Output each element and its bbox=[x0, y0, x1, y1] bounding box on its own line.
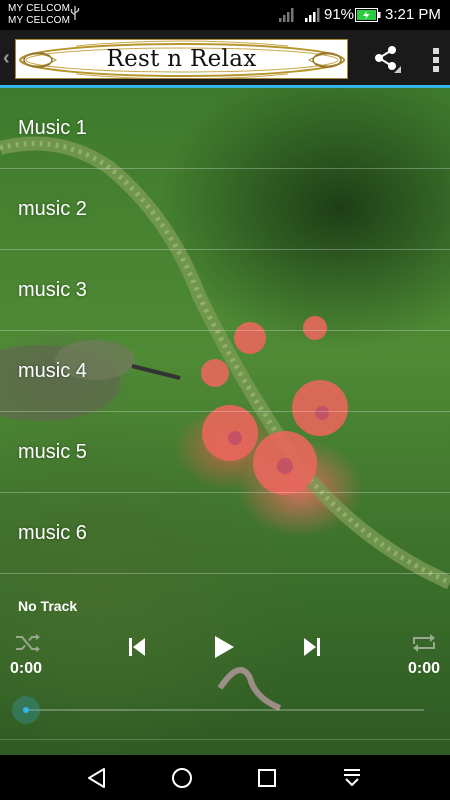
nav-notifications-button[interactable] bbox=[339, 765, 365, 791]
repeat-icon[interactable] bbox=[410, 632, 438, 654]
overflow-menu-icon bbox=[433, 48, 439, 72]
shuffle-icon[interactable] bbox=[14, 632, 42, 654]
carrier-label-1: MY CELCOM bbox=[8, 3, 71, 14]
back-triangle-icon bbox=[88, 768, 105, 788]
nav-recents-button[interactable] bbox=[254, 765, 280, 791]
overflow-menu-button[interactable] bbox=[424, 40, 448, 80]
music-list-item-3[interactable]: music 3 bbox=[0, 250, 450, 331]
signal-strength-icon-1 bbox=[279, 8, 294, 22]
navigation-bar bbox=[0, 755, 450, 800]
music-list-item-6[interactable]: music 6 bbox=[0, 493, 450, 574]
battery-charging-icon bbox=[355, 8, 381, 22]
music-item-label: Music 1 bbox=[18, 116, 87, 139]
battery-percent: 91% bbox=[324, 6, 355, 23]
music-item-label: music 6 bbox=[18, 521, 87, 544]
clock: 3:21 PM bbox=[385, 6, 441, 23]
music-list-item-2[interactable]: music 2 bbox=[0, 169, 450, 250]
signal-strength-icon-2 bbox=[305, 8, 320, 22]
back-chevron-icon[interactable]: ‹ bbox=[3, 47, 10, 70]
previous-track-button[interactable] bbox=[127, 636, 147, 658]
share-icon bbox=[375, 46, 401, 73]
music-item-label: music 2 bbox=[18, 197, 87, 220]
usb-icon bbox=[70, 6, 80, 20]
seek-bar[interactable] bbox=[26, 709, 424, 711]
music-list-item-4[interactable]: music 4 bbox=[0, 331, 450, 412]
music-list-item-5[interactable]: music 5 bbox=[0, 412, 450, 493]
divider bbox=[0, 739, 450, 740]
current-time: 0:00 bbox=[10, 660, 43, 677]
status-bar: MY CELCOM MY CELCOM 91% 3:21 PM bbox=[0, 0, 450, 30]
recents-square-icon bbox=[258, 769, 276, 787]
music-list-item-1[interactable]: Music 1 bbox=[0, 88, 450, 169]
total-time: 0:00 bbox=[407, 660, 440, 677]
action-bar: ‹ Rest n Relax bbox=[0, 30, 450, 88]
nav-home-button[interactable] bbox=[169, 765, 195, 791]
seek-thumb[interactable] bbox=[12, 696, 40, 724]
music-item-label: music 3 bbox=[18, 278, 87, 301]
content-area: Music 1 music 2 music 3 music 4 music 5 … bbox=[0, 88, 450, 755]
next-track-button[interactable] bbox=[302, 636, 322, 658]
app-logo: Rest n Relax bbox=[15, 39, 348, 79]
play-button[interactable] bbox=[212, 634, 236, 660]
nav-back-button[interactable] bbox=[84, 765, 110, 791]
share-button[interactable] bbox=[366, 40, 410, 80]
track-name: No Track bbox=[18, 598, 78, 614]
logo-text: Rest n Relax bbox=[106, 46, 257, 72]
notifications-pulldown-icon bbox=[344, 769, 360, 787]
music-list: Music 1 music 2 music 3 music 4 music 5 … bbox=[0, 88, 450, 574]
carrier-label-2: MY CELCOM bbox=[8, 15, 71, 26]
home-circle-icon bbox=[172, 768, 192, 788]
music-item-label: music 4 bbox=[18, 359, 87, 382]
music-item-label: music 5 bbox=[18, 440, 87, 463]
